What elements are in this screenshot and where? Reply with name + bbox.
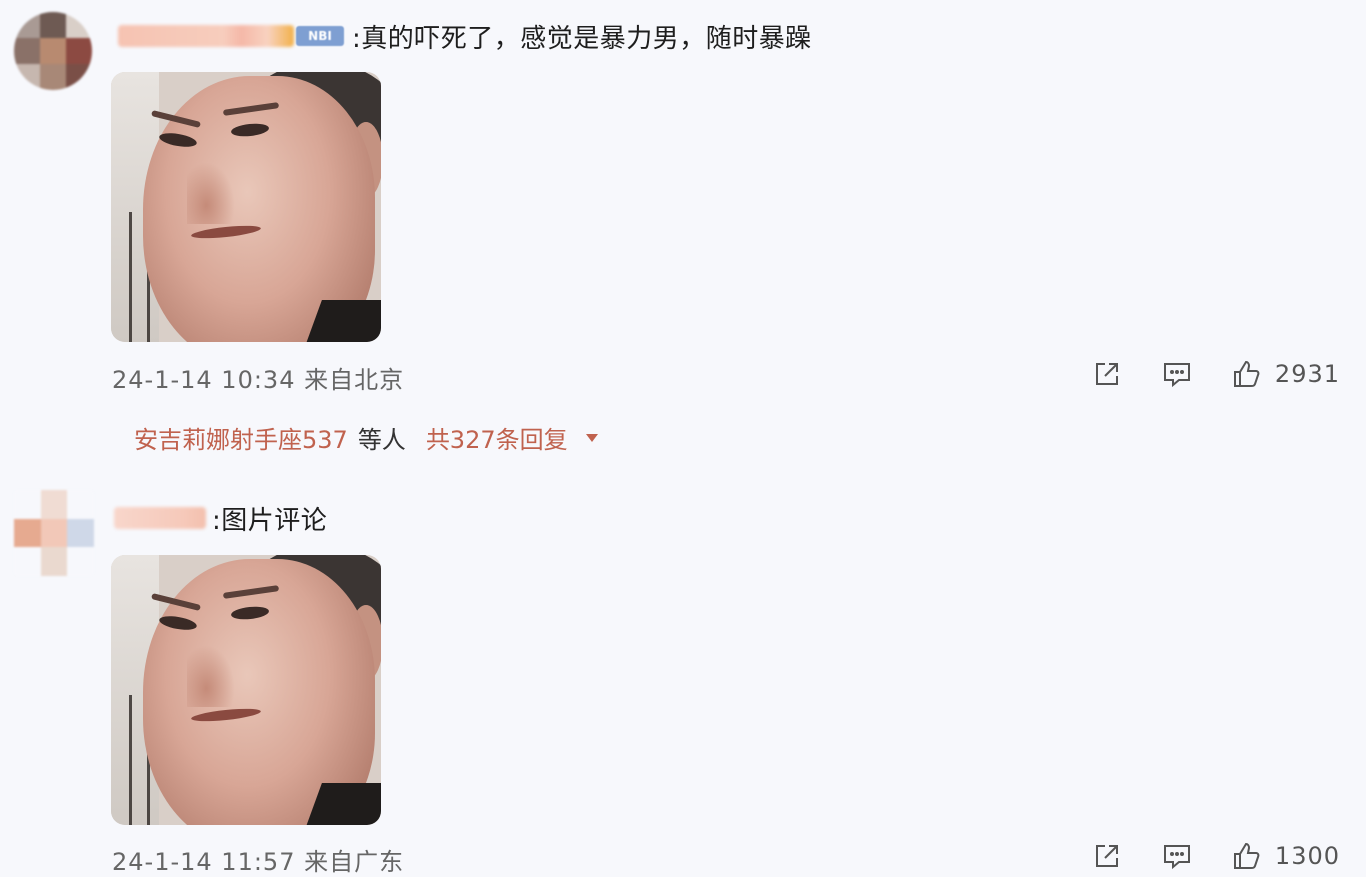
share-icon[interactable]	[1087, 838, 1127, 874]
like-count: 2931	[1274, 360, 1340, 388]
comment-actions: 2931	[1087, 356, 1340, 392]
avatar-pixel	[40, 490, 68, 519]
comment-header: NBI :真的吓死了，感觉是暴力男，随时暴躁	[118, 18, 812, 54]
avatar-pixel	[66, 38, 92, 64]
location: 来自广东	[304, 848, 405, 876]
avatar-pixel	[40, 12, 66, 38]
thumbs-up-icon[interactable]	[1227, 838, 1267, 874]
comment-icon[interactable]	[1157, 838, 1197, 874]
avatar-pixel	[14, 64, 40, 90]
avatar-pixel	[40, 547, 68, 576]
comment-header: :图片评论	[114, 500, 327, 536]
reply-etc-label: 等人	[357, 426, 406, 454]
avatar-pixel	[14, 12, 40, 38]
avatar-pixel	[40, 64, 66, 90]
like-count: 1300	[1274, 842, 1340, 870]
avatar-pixel	[14, 490, 41, 519]
location: 来自北京	[304, 366, 405, 394]
comment-icon[interactable]	[1157, 356, 1197, 392]
timestamp: 24-1-14 11:57	[112, 848, 296, 876]
reply-username[interactable]: 安吉莉娜射手座537	[134, 420, 348, 455]
comment-actions: 1300	[1087, 838, 1340, 874]
avatar[interactable]	[14, 12, 92, 90]
member-badge: NBI	[296, 26, 344, 46]
comment-image[interactable]	[111, 555, 381, 825]
username-blurred[interactable]	[118, 25, 294, 47]
share-icon[interactable]	[1087, 356, 1127, 392]
avatar-pixel	[40, 38, 66, 64]
comment-text: :图片评论	[212, 505, 328, 536]
avatar-pixel	[67, 490, 94, 519]
avatar-pixel	[66, 12, 92, 38]
avatar[interactable]	[14, 490, 94, 576]
caret-down-icon[interactable]	[585, 433, 598, 442]
avatar-pixel	[67, 518, 94, 548]
avatar-pixel	[14, 547, 41, 576]
comment-item: :图片评论 24-1-14 11:57 来自广东 1300	[0, 480, 1366, 876]
comment-text: :真的吓死了，感觉是暴力男，随时暴躁	[352, 23, 812, 54]
reply-total-link[interactable]: 共327条回复	[426, 420, 568, 455]
avatar-pixel	[66, 64, 92, 90]
comment-meta: 24-1-14 11:57 来自广东	[112, 842, 404, 877]
timestamp: 24-1-14 10:34	[112, 366, 296, 394]
avatar-pixel	[14, 38, 40, 64]
comment-image[interactable]	[111, 72, 381, 342]
replies-summary[interactable]: 安吉莉娜射手座537 等人 共327条回复	[134, 420, 598, 455]
comment-item: NBI :真的吓死了，感觉是暴力男，随时暴躁 24-1-14 10:34 来自北…	[0, 0, 1366, 470]
avatar-pixel	[67, 547, 94, 576]
avatar-pixel	[40, 518, 68, 548]
thumbs-up-icon[interactable]	[1227, 356, 1267, 392]
comment-meta: 24-1-14 10:34 来自北京	[112, 360, 404, 395]
username-blurred[interactable]	[114, 507, 206, 529]
avatar-pixel	[14, 518, 41, 548]
